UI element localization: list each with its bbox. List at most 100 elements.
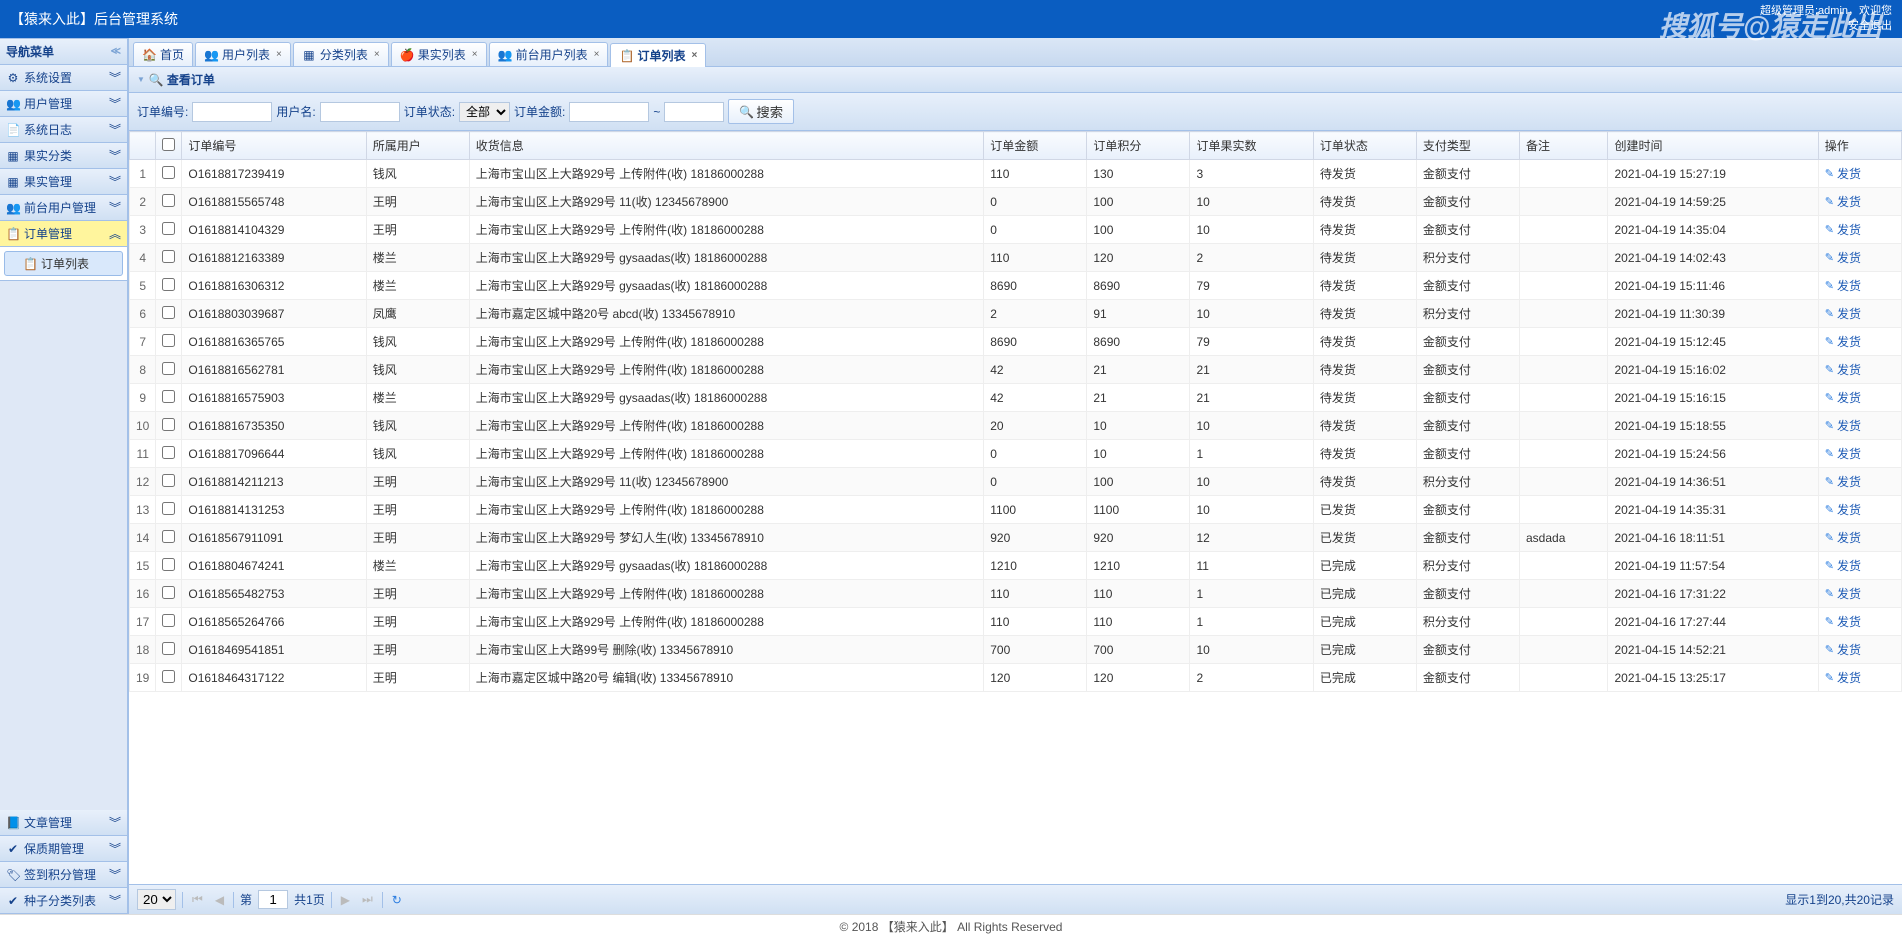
table-row[interactable]: 18O1618469541851王明上海市宝山区上大路99号 删除(收) 133…: [130, 636, 1902, 664]
ship-link[interactable]: ✎发货: [1825, 333, 1861, 350]
table-row[interactable]: 12O1618814211213王明上海市宝山区上大路929号 11(收) 12…: [130, 468, 1902, 496]
col-header[interactable]: 创建时间: [1608, 132, 1818, 160]
ship-link[interactable]: ✎发货: [1825, 389, 1861, 406]
table-row[interactable]: 8O1618816562781钱风上海市宝山区上大路929号 上传附件(收) 1…: [130, 356, 1902, 384]
table-row[interactable]: 11O1618817096644钱风上海市宝山区上大路929号 上传附件(收) …: [130, 440, 1902, 468]
col-header[interactable]: 收货信息: [469, 132, 983, 160]
ship-link[interactable]: ✎发货: [1825, 305, 1861, 322]
tab-首页[interactable]: 🏠首页: [133, 42, 193, 66]
logout-link[interactable]: 安全退出: [1848, 20, 1892, 32]
ship-link[interactable]: ✎发货: [1825, 585, 1861, 602]
row-checkbox[interactable]: [162, 278, 175, 291]
close-icon[interactable]: ×: [472, 49, 478, 60]
close-icon[interactable]: ×: [594, 49, 600, 60]
row-checkbox[interactable]: [162, 362, 175, 375]
col-header[interactable]: 订单编号: [182, 132, 366, 160]
sidebar-item-种子分类列表[interactable]: ✔种子分类列表︾: [0, 888, 127, 914]
row-checkbox[interactable]: [162, 642, 175, 655]
table-row[interactable]: 1O1618817239419钱风上海市宝山区上大路929号 上传附件(收) 1…: [130, 160, 1902, 188]
search-button[interactable]: 🔍 搜索: [728, 99, 794, 124]
row-checkbox[interactable]: [162, 502, 175, 515]
table-row[interactable]: 5O1618816306312楼兰上海市宝山区上大路929号 gysaadas(…: [130, 272, 1902, 300]
ship-link[interactable]: ✎发货: [1825, 193, 1861, 210]
row-checkbox[interactable]: [162, 670, 175, 683]
row-checkbox[interactable]: [162, 446, 175, 459]
ship-link[interactable]: ✎发货: [1825, 473, 1861, 490]
table-row[interactable]: 3O1618814104329王明上海市宝山区上大路929号 上传附件(收) 1…: [130, 216, 1902, 244]
sidebar-item-系统设置[interactable]: ⚙系统设置︾: [0, 65, 127, 91]
close-icon[interactable]: ×: [276, 49, 282, 60]
sidebar-item-用户管理[interactable]: 👥用户管理︾: [0, 91, 127, 117]
user-input[interactable]: [320, 102, 400, 122]
table-row[interactable]: 13O1618814131253王明上海市宝山区上大路929号 上传附件(收) …: [130, 496, 1902, 524]
row-checkbox[interactable]: [162, 250, 175, 263]
row-checkbox[interactable]: [162, 558, 175, 571]
col-header[interactable]: 订单积分: [1087, 132, 1190, 160]
ship-link[interactable]: ✎发货: [1825, 277, 1861, 294]
sidebar-item-果实管理[interactable]: ▦果实管理︾: [0, 169, 127, 195]
row-checkbox[interactable]: [162, 586, 175, 599]
ship-link[interactable]: ✎发货: [1825, 501, 1861, 518]
page-size-select[interactable]: 20: [137, 889, 176, 910]
col-header[interactable]: 订单状态: [1313, 132, 1416, 160]
ship-link[interactable]: ✎发货: [1825, 445, 1861, 462]
refresh-button[interactable]: ↻: [389, 893, 405, 907]
table-row[interactable]: 17O1618565264766王明上海市宝山区上大路929号 上传附件(收) …: [130, 608, 1902, 636]
col-header[interactable]: 所属用户: [366, 132, 469, 160]
ship-link[interactable]: ✎发货: [1825, 529, 1861, 546]
row-checkbox[interactable]: [162, 166, 175, 179]
row-checkbox[interactable]: [162, 222, 175, 235]
tab-订单列表[interactable]: 📋订单列表×: [610, 43, 706, 67]
row-checkbox[interactable]: [162, 530, 175, 543]
tab-分类列表[interactable]: ▦分类列表×: [293, 42, 389, 66]
col-header[interactable]: [156, 132, 182, 160]
nav-menu-header[interactable]: 导航菜单 ≪: [0, 38, 127, 65]
sidebar-item-签到积分管理[interactable]: 🏷签到积分管理︾: [0, 862, 127, 888]
table-row[interactable]: 9O1618816575903楼兰上海市宝山区上大路929号 gysaadas(…: [130, 384, 1902, 412]
amount-min-input[interactable]: [569, 102, 649, 122]
table-row[interactable]: 14O1618567911091王明上海市宝山区上大路929号 梦幻人生(收) …: [130, 524, 1902, 552]
close-icon[interactable]: ×: [374, 49, 380, 60]
col-header[interactable]: 订单金额: [984, 132, 1087, 160]
amount-max-input[interactable]: [664, 102, 724, 122]
order-no-input[interactable]: [192, 102, 272, 122]
table-row[interactable]: 15O1618804674241楼兰上海市宝山区上大路929号 gysaadas…: [130, 552, 1902, 580]
table-row[interactable]: 19O1618464317122王明上海市嘉定区城中路20号 编辑(收) 133…: [130, 664, 1902, 692]
ship-link[interactable]: ✎发货: [1825, 165, 1861, 182]
sidebar-item-前台用户管理[interactable]: 👥前台用户管理︾: [0, 195, 127, 221]
table-row[interactable]: 7O1618816365765钱风上海市宝山区上大路929号 上传附件(收) 1…: [130, 328, 1902, 356]
table-row[interactable]: 16O1618565482753王明上海市宝山区上大路929号 上传附件(收) …: [130, 580, 1902, 608]
row-checkbox[interactable]: [162, 474, 175, 487]
col-header[interactable]: 订单果实数: [1190, 132, 1313, 160]
table-row[interactable]: 10O1618816735350钱风上海市宝山区上大路929号 上传附件(收) …: [130, 412, 1902, 440]
sidebar-item-系统日志[interactable]: 📄系统日志︾: [0, 117, 127, 143]
col-header[interactable]: 支付类型: [1416, 132, 1519, 160]
ship-link[interactable]: ✎发货: [1825, 361, 1861, 378]
close-icon[interactable]: ×: [691, 50, 697, 61]
row-checkbox[interactable]: [162, 194, 175, 207]
row-checkbox[interactable]: [162, 334, 175, 347]
ship-link[interactable]: ✎发货: [1825, 557, 1861, 574]
ship-link[interactable]: ✎发货: [1825, 221, 1861, 238]
col-header[interactable]: 备注: [1520, 132, 1608, 160]
status-select[interactable]: 全部: [459, 102, 510, 122]
ship-link[interactable]: ✎发货: [1825, 669, 1861, 686]
ship-link[interactable]: ✎发货: [1825, 417, 1861, 434]
tab-用户列表[interactable]: 👥用户列表×: [195, 42, 291, 66]
sidebar-item-订单管理[interactable]: 📋订单管理︽: [0, 221, 127, 247]
table-row[interactable]: 6O1618803039687凤鹰上海市嘉定区城中路20号 abcd(收) 13…: [130, 300, 1902, 328]
table-row[interactable]: 2O1618815565748王明上海市宝山区上大路929号 11(收) 123…: [130, 188, 1902, 216]
tab-前台用户列表[interactable]: 👥前台用户列表×: [489, 42, 609, 66]
row-checkbox[interactable]: [162, 418, 175, 431]
select-all-checkbox[interactable]: [162, 138, 175, 151]
row-checkbox[interactable]: [162, 306, 175, 319]
col-header[interactable]: 操作: [1818, 132, 1901, 160]
sidebar-sub-订单列表[interactable]: 📋订单列表: [4, 251, 123, 276]
next-page-button[interactable]: ▶: [338, 893, 353, 907]
prev-page-button[interactable]: ◀: [212, 893, 227, 907]
ship-link[interactable]: ✎发货: [1825, 641, 1861, 658]
last-page-button[interactable]: ⏭: [359, 892, 376, 907]
sidebar-item-保质期管理[interactable]: ✔保质期管理︾: [0, 836, 127, 862]
table-row[interactable]: 4O1618812163389楼兰上海市宝山区上大路929号 gysaadas(…: [130, 244, 1902, 272]
first-page-button[interactable]: ⏮: [189, 892, 206, 907]
